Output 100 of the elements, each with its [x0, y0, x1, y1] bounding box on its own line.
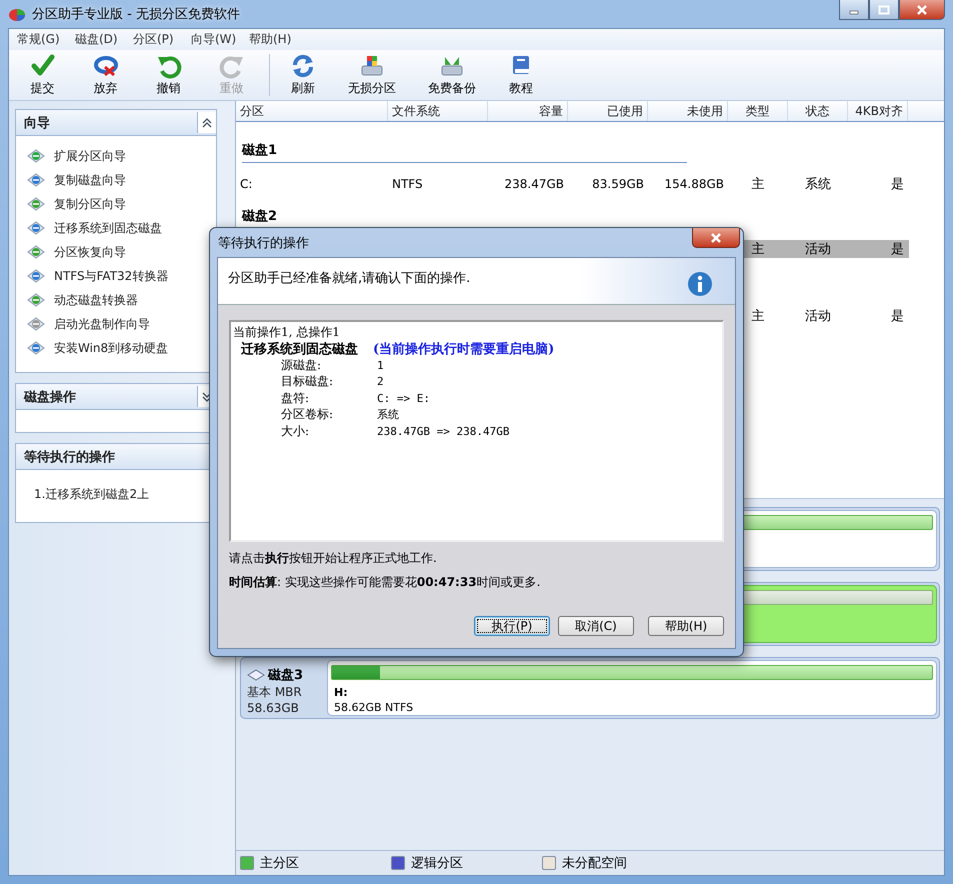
column-header[interactable]: 状态 [788, 101, 848, 121]
table-cell: 主 [752, 242, 764, 257]
ring-cross-icon [92, 53, 118, 79]
operation-name: 迁移系统到固态磁盘 [241, 340, 359, 358]
collapse-button[interactable] [197, 112, 216, 133]
wizard-link[interactable]: 分区恢复向导 [54, 244, 126, 260]
detail-label: 分区卷标: [281, 406, 334, 424]
drive-icon [247, 669, 265, 681]
maximize-button[interactable] [869, 0, 899, 20]
toolbar-button[interactable]: 刷新 [274, 53, 332, 97]
refresh-icon [290, 53, 316, 79]
maximize-icon [878, 4, 890, 14]
table-cell: 主 [752, 176, 764, 192]
panel-title: 等待执行的操作 [24, 448, 115, 466]
wizard-link[interactable]: 迁移系统到固态磁盘 [54, 220, 162, 236]
disk-group-label: 磁盘1 [242, 142, 278, 159]
wizard-link[interactable]: 动态磁盘转换器 [54, 292, 138, 308]
table-cell: 系统 [805, 176, 831, 192]
wizard-link[interactable]: 安装Win8到移动硬盘 [54, 340, 168, 356]
menu-item[interactable]: 帮助(H) [243, 31, 301, 48]
table-cell: NTFS [392, 176, 423, 190]
menu-item[interactable]: 常规(G) [11, 31, 69, 48]
drive-icon [26, 243, 46, 261]
column-header[interactable]: 已使用 [568, 101, 648, 121]
operation-count: 当前操作1, 总操作1 [233, 324, 340, 341]
column-header[interactable]: 4KB对齐 [848, 101, 908, 121]
table-cell: 154.88GB [664, 176, 724, 190]
pending-operation: 1.迁移系统到磁盘2上 [34, 486, 150, 502]
disk-name: 磁盘3 [268, 667, 304, 684]
instruction-text: 请点击执行按钮开始让程序正式地工作. [229, 550, 438, 566]
drive-icon [26, 171, 46, 189]
wizard-link[interactable]: 复制分区向导 [54, 196, 126, 212]
disk-group-label: 磁盘2 [242, 208, 278, 225]
double-chevron-up-icon [202, 118, 212, 128]
table-cell: 是 [891, 308, 904, 324]
drive-icon [26, 267, 46, 285]
close-icon [916, 4, 928, 14]
legend-label: 未分配空间 [562, 855, 627, 872]
table-cell: 83.59GB [592, 176, 644, 190]
panel-title: 向导 [24, 114, 50, 132]
dialog-button[interactable]: 取消(C) [558, 616, 634, 636]
restart-note: (当前操作执行时需要重启电脑) [373, 340, 554, 358]
detail-value: 1 [377, 358, 384, 372]
close-icon [709, 232, 723, 244]
legend-label: 主分区 [260, 855, 299, 872]
wizard-link[interactable]: 启动光盘制作向导 [54, 316, 150, 332]
disk-size: 58.63GB [247, 700, 300, 716]
panel-title: 磁盘操作 [24, 388, 76, 406]
menu-item[interactable]: 磁盘(D) [69, 31, 127, 48]
wizard-link[interactable]: 扩展分区向导 [54, 148, 126, 164]
drive-icon [26, 291, 46, 309]
drive-icon [26, 195, 46, 213]
minimize-button[interactable] [839, 0, 869, 20]
info-icon [687, 271, 713, 297]
partition-block[interactable]: H: 58.62GB NTFS [327, 660, 937, 716]
app-icon [8, 6, 26, 22]
table-cell: 是 [891, 242, 904, 257]
detail-label: 盘符: [281, 390, 310, 407]
time-estimate: 时间估算: 实现这些操作可能需要花00:47:33时间或更多. [229, 574, 542, 590]
wizard-link[interactable]: 复制磁盘向导 [54, 172, 126, 188]
menu-item[interactable]: 分区(P) [127, 31, 185, 48]
detail-label: 大小: [281, 422, 310, 440]
toolbar-button[interactable]: 教程 [492, 53, 550, 97]
dialog-button[interactable]: 执行(P) [474, 616, 550, 636]
column-header[interactable]: 分区 [236, 101, 388, 121]
disk-type: 基本 MBR [247, 684, 303, 700]
detail-label: 目标磁盘: [281, 373, 334, 390]
window-title: 分区助手专业版 - 无损分区免费软件 [32, 6, 240, 23]
detail-value: C: => E: [377, 392, 430, 405]
table-cell: 主 [752, 308, 764, 324]
drive-icon [26, 147, 46, 165]
detail-value: 2 [377, 375, 384, 388]
toolbar-button[interactable]: 无损分区 [332, 53, 412, 97]
drive-icon [26, 219, 46, 237]
column-header[interactable]: 未使用 [648, 101, 728, 121]
table-cell: 活动 [805, 308, 831, 324]
close-button[interactable] [692, 228, 740, 248]
toolbar-button[interactable]: 放弃 [74, 53, 137, 97]
detail-value: 238.47GB => 238.47GB [377, 424, 510, 438]
partition-info: 58.62GB NTFS [334, 701, 414, 714]
partition-letter: H: [334, 686, 349, 699]
legend-label: 逻辑分区 [411, 855, 463, 872]
column-header[interactable]: 类型 [728, 101, 788, 121]
table-cell: C: [240, 176, 252, 190]
table-cell: 是 [891, 176, 904, 192]
table-cell: 活动 [805, 242, 831, 257]
toolbar-button[interactable]: 免费备份 [412, 53, 492, 97]
wizard-link[interactable]: NTFS与FAT32转换器 [54, 268, 168, 284]
dialog-button[interactable]: 帮助(H) [648, 616, 724, 636]
column-header[interactable]: 容量 [488, 101, 568, 121]
menu-item[interactable]: 向导(W) [185, 31, 243, 48]
close-button[interactable] [899, 0, 945, 20]
column-header[interactable]: 文件系统 [388, 101, 488, 121]
toolbar-button[interactable]: 撤销 [137, 53, 200, 97]
dialog-message: 分区助手已经准备就绪,请确认下面的操作. [228, 270, 470, 287]
detail-label: 源磁盘: [281, 356, 322, 374]
drive-icon [26, 315, 46, 333]
dialog-title: 等待执行的操作 [218, 234, 309, 252]
drive-icon [26, 339, 46, 357]
toolbar-button[interactable]: 提交 [11, 53, 74, 97]
